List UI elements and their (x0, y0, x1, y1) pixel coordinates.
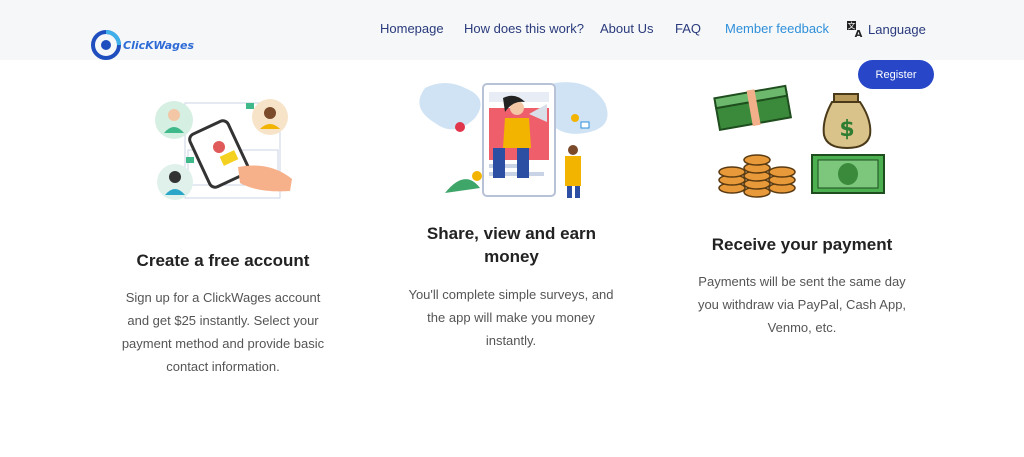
step-1-title: Create a free account (136, 251, 310, 270)
step-3-title: Receive your payment (711, 235, 893, 254)
language-selector[interactable]: 文 A Language (846, 20, 926, 38)
step-2-description: You'll complete simple surveys, and the … (408, 287, 614, 348)
nav-faq[interactable]: FAQ (675, 21, 701, 36)
payment-illustration: $ (713, 84, 885, 198)
brand-name: ClicKWages (123, 38, 195, 52)
step-1-description: Sign up for a ClickWages account and get… (121, 290, 325, 374)
step-3-description: Payments will be sent the same day you w… (697, 274, 907, 335)
translate-icon: 文 A (847, 21, 863, 38)
step-2-title: Share, view and earn money (426, 224, 597, 266)
nav-how-it-works[interactable]: How does this work? (464, 21, 584, 36)
nav-member-feedback[interactable]: Member feedback (725, 21, 829, 36)
nav-homepage[interactable]: Homepage (380, 21, 444, 36)
language-label: Language (868, 21, 926, 37)
nav-about-us[interactable]: About Us (600, 21, 653, 36)
main-nav: Homepage How does this work? About Us FA… (0, 21, 1024, 39)
share-view-earn-illustration (419, 82, 608, 198)
svg-text:A: A (855, 29, 863, 38)
create-account-illustration (155, 99, 292, 200)
svg-text:$: $ (839, 117, 854, 142)
